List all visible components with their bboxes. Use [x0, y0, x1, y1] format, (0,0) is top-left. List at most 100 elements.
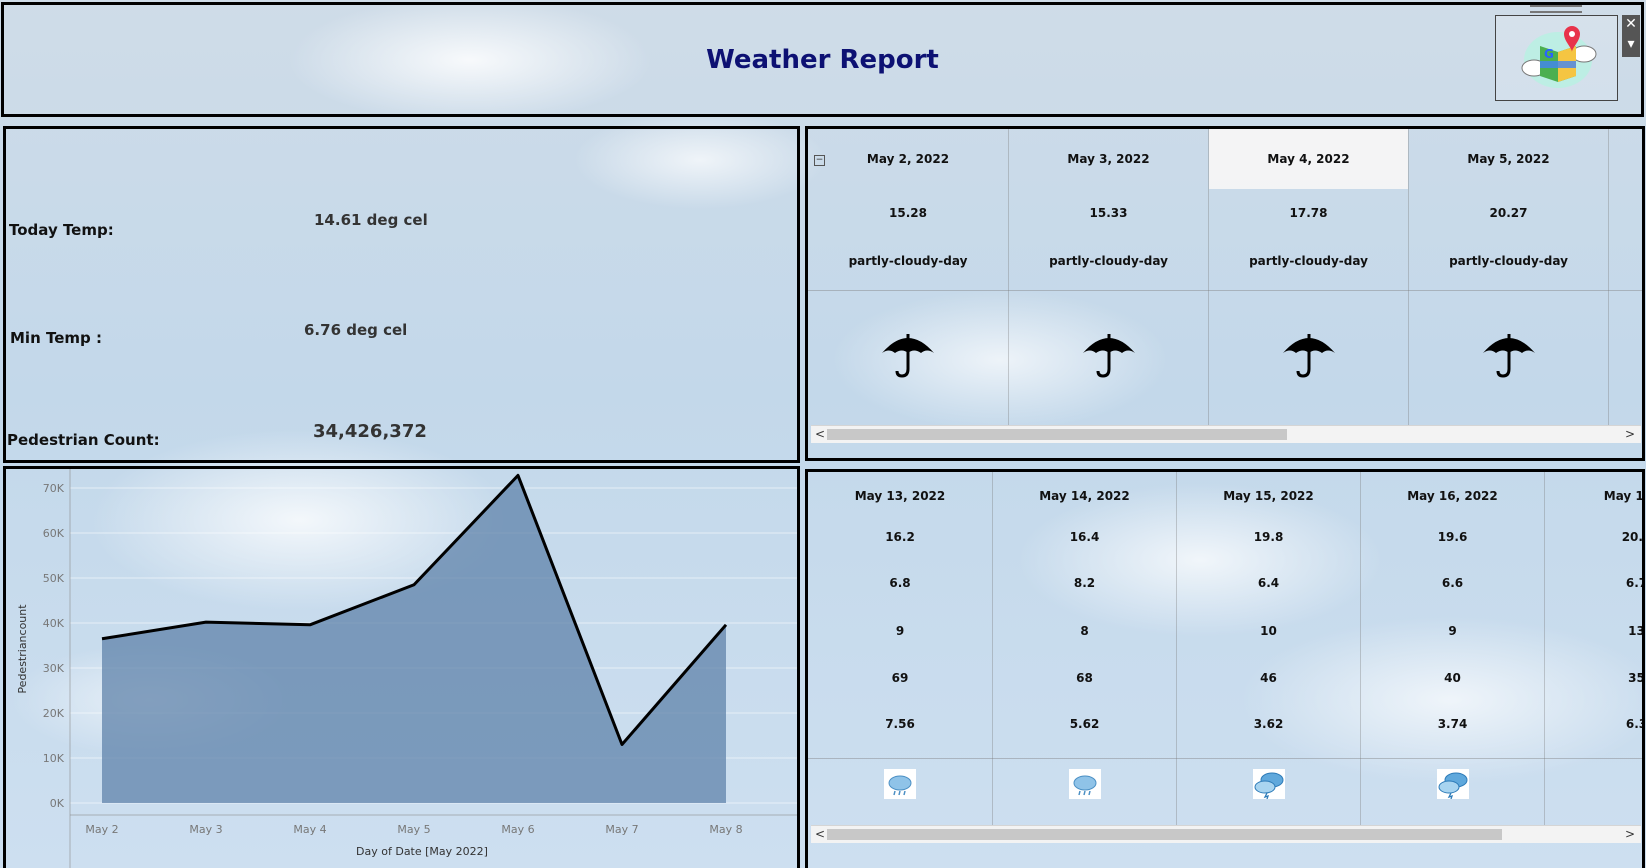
- rainfall-cell: 5.62: [1069, 717, 1100, 731]
- header-panel: Weather Report: [1, 2, 1644, 117]
- scroll-left-icon[interactable]: <: [815, 426, 825, 443]
- forecast-column: May 3, 2022 15.33 partly-cloudy-day: [1008, 129, 1208, 425]
- x-tick-label: May 5: [397, 823, 430, 836]
- history-column: May 16, 2022 19.6 6.6 9 40 3.74: [1360, 472, 1544, 825]
- wind-cell: 10: [1260, 624, 1277, 638]
- page-title: Weather Report: [706, 45, 939, 75]
- y-tick-label: 50K: [43, 572, 65, 585]
- min-temp-cell: 6.8: [889, 576, 911, 590]
- column-date-header[interactable]: May 16, 2022: [1361, 489, 1544, 503]
- scroll-thumb[interactable]: [827, 829, 1502, 840]
- scroll-right-icon[interactable]: >: [1625, 426, 1635, 443]
- drag-handle[interactable]: [1530, 5, 1582, 13]
- y-tick-label: 10K: [43, 752, 65, 765]
- humidity-cell: 35: [1628, 671, 1645, 685]
- wind-cell: 8: [1080, 624, 1089, 638]
- forecast-column: May 5, 2022 20.27 partly-cloudy-day: [1408, 129, 1608, 425]
- max-temp-cell: 16.4: [1069, 530, 1100, 544]
- scroll-thumb[interactable]: [827, 429, 1287, 440]
- y-tick-label: 0K: [50, 797, 65, 810]
- min-temp-cell: 6.7: [1625, 576, 1645, 590]
- humidity-cell: 69: [891, 671, 909, 685]
- wind-cell: 9: [1448, 624, 1457, 638]
- condition-cell: partly-cloudy-day: [1049, 254, 1168, 268]
- pedestrian-chart-panel: 0K 10K 20K 30K 40K 50K 60K 70K May 2 May 3 May 4 Ma…: [3, 466, 800, 868]
- x-axis-title: Day of Date [May 2022]: [356, 845, 488, 858]
- max-temp-cell: 19.8: [1253, 530, 1284, 544]
- chevron-down-icon[interactable]: ▾: [1622, 35, 1640, 53]
- min-temp-label: Min Temp :: [10, 329, 102, 347]
- temperature-cell: 17.78: [1289, 206, 1328, 220]
- column-date-header[interactable]: May 4, 2022: [1209, 129, 1408, 189]
- y-axis-title: Pedestriancount: [16, 604, 29, 694]
- y-tick-label: 70K: [43, 482, 65, 495]
- rainfall-cell: 3.74: [1437, 717, 1468, 731]
- y-tick-label: 20K: [43, 707, 65, 720]
- condition-cell: rain: [1609, 254, 1642, 268]
- min-temp-cell: 6.6: [1441, 576, 1464, 590]
- scroll-left-icon[interactable]: <: [815, 826, 825, 843]
- column-date-header[interactable]: May 15, 2022: [1177, 489, 1360, 503]
- wind-cell: 9: [895, 624, 905, 638]
- umbrella-icon: [1483, 334, 1535, 378]
- y-tick-label: 40K: [43, 617, 65, 630]
- condition-cell: partly-cloudy-day: [1249, 254, 1368, 268]
- x-tick-label: May 8: [709, 823, 742, 836]
- history-panel: May 13, 2022 16.2 6.8 9 69 7.56 May 14, 2022 16…: [805, 469, 1645, 868]
- min-temp-cell: 8.2: [1073, 576, 1096, 590]
- temperature-cell: 18.45: [1609, 206, 1642, 220]
- rainfall-cell: 3.62: [1253, 717, 1284, 731]
- y-tick-label: 30K: [43, 662, 65, 675]
- rainfall-cell: 7.56: [885, 717, 915, 731]
- panel-controls: ✕ ▾: [1622, 15, 1640, 57]
- max-temp-cell: 20.8: [1621, 530, 1643, 544]
- x-tick-label: May 7: [605, 823, 638, 836]
- rain-cloud-icon: [1069, 769, 1101, 799]
- history-scrollbar[interactable]: < >: [811, 825, 1641, 843]
- x-tick-label: May 3: [189, 823, 222, 836]
- humidity-cell: 46: [1260, 671, 1277, 685]
- row-divider: [808, 758, 1642, 759]
- forecast-panel: May 2, 2022 15.28 partly-cloudy-day May 3, …: [805, 126, 1645, 461]
- x-tick-label: May 4: [293, 823, 326, 836]
- collapse-icon[interactable]: −: [814, 155, 825, 166]
- area-series: [102, 475, 726, 803]
- storm-cloud-icon: [1437, 769, 1469, 799]
- scroll-right-icon[interactable]: >: [1625, 826, 1635, 843]
- svg-text:G: G: [1544, 47, 1554, 61]
- condition-cell: partly-cloudy-day: [1449, 254, 1568, 268]
- forecast-scrollbar[interactable]: < >: [811, 425, 1641, 443]
- max-temp-cell: 16.2: [885, 530, 915, 544]
- history-column: May 14, 2022 16.4 8.2 8 68 5.62: [992, 472, 1176, 825]
- today-temp-value: 14.61 deg cel: [314, 211, 428, 229]
- summary-panel: Today Temp: 14.61 deg cel Min Temp : 6.7…: [3, 126, 800, 463]
- column-date-header[interactable]: May 14, 2022: [993, 489, 1176, 503]
- column-date-header[interactable]: May 2, 2022: [808, 129, 1008, 189]
- forecast-column: May 4, 2022 17.78 partly-cloudy-day: [1208, 129, 1408, 425]
- logo-image: G: [1495, 15, 1618, 101]
- history-column: May 15, 2022 19.8 6.4 10 46 3.62: [1176, 472, 1360, 825]
- column-date-header[interactable]: May 17, 2: [1545, 489, 1642, 503]
- umbrella-icon: [1283, 334, 1335, 378]
- column-date-header[interactable]: May 6: [1609, 129, 1642, 189]
- forecast-column: May 2, 2022 15.28 partly-cloudy-day: [808, 129, 1008, 425]
- storm-cloud-icon: [1253, 769, 1285, 799]
- rain-cloud-icon: [884, 769, 916, 799]
- pedestrian-count-label: Pedestrian Count:: [7, 431, 160, 449]
- temperature-cell: 15.33: [1089, 206, 1128, 220]
- humidity-cell: 68: [1076, 671, 1093, 685]
- row-divider: [808, 290, 1642, 291]
- max-temp-cell: 19.6: [1437, 530, 1468, 544]
- pedestrian-area-chart: 0K 10K 20K 30K 40K 50K 60K 70K May 2 May 3 May 4 Ma…: [16, 469, 797, 868]
- forecast-column: May 6 18.45 rain: [1608, 129, 1642, 425]
- rainfall-cell: 6.3: [1625, 717, 1645, 731]
- column-date-header[interactable]: May 5, 2022: [1409, 129, 1608, 189]
- wind-cell: 13: [1628, 624, 1645, 638]
- condition-cell: partly-cloudy-day: [848, 254, 968, 268]
- column-date-header[interactable]: May 3, 2022: [1009, 129, 1208, 189]
- column-date-header[interactable]: May 13, 2022: [808, 489, 992, 503]
- x-tick-label: May 6: [501, 823, 534, 836]
- humidity-cell: 40: [1444, 671, 1461, 685]
- close-icon[interactable]: ✕: [1622, 15, 1640, 33]
- x-tick-label: May 2: [85, 823, 118, 836]
